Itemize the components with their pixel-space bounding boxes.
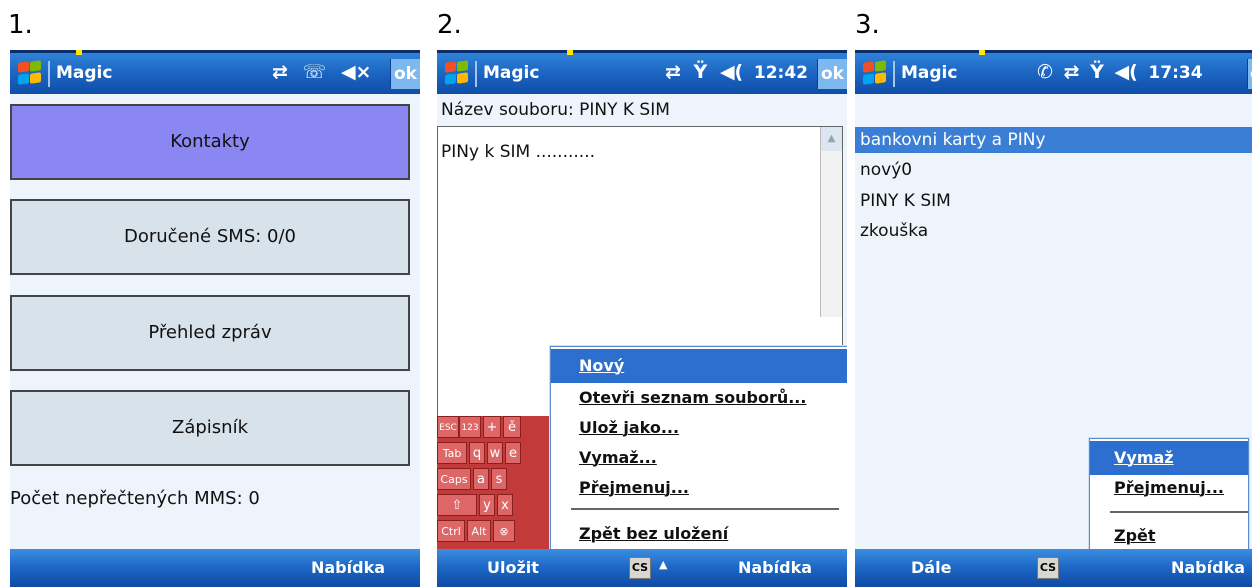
connectivity-icon[interactable]: ⇄ bbox=[1064, 61, 1080, 83]
signal-strength-icon[interactable]: Ÿ bbox=[694, 61, 708, 83]
context-menu: Vymaž Přejmenuj... Zpět bbox=[1089, 438, 1249, 558]
windows-start-icon[interactable] bbox=[16, 60, 42, 86]
filename-label: Název souboru: PINY K SIM bbox=[441, 100, 670, 120]
clock[interactable]: 12:42 bbox=[754, 63, 808, 83]
ok-button[interactable]: ok bbox=[817, 59, 847, 89]
speaker-icon[interactable]: ◀( bbox=[720, 61, 743, 83]
menu-item-delete[interactable]: Vymaž bbox=[1090, 441, 1248, 475]
softkey-menu[interactable]: Nabídka bbox=[311, 558, 385, 577]
screen-main-menu: Magic ⇄ ☏ ◀× ok Kontakty Doručené SMS: 0… bbox=[10, 50, 420, 587]
key-y[interactable]: y bbox=[479, 494, 495, 516]
menu-item-new[interactable]: Nový bbox=[551, 349, 847, 383]
phone-call-icon[interactable]: ✆ bbox=[1037, 61, 1053, 83]
key-caps[interactable]: Caps bbox=[437, 468, 471, 490]
key-alt[interactable]: Alt bbox=[467, 520, 491, 542]
panel-label-3: 3. bbox=[855, 10, 880, 40]
key-123[interactable]: 123 bbox=[459, 416, 481, 438]
app-title: Magic bbox=[483, 63, 540, 83]
input-method-icon[interactable]: CS bbox=[1037, 557, 1059, 579]
windows-start-icon[interactable] bbox=[861, 60, 887, 86]
input-method-icon[interactable]: CS bbox=[629, 557, 651, 579]
file-menu: Nový Otevři seznam souborů... Ulož jako.… bbox=[550, 346, 847, 553]
menu-item-back-without-saving[interactable]: Zpět bez uložení bbox=[551, 517, 847, 551]
key-e[interactable]: e bbox=[505, 442, 521, 464]
received-sms-button[interactable]: Doručené SMS: 0/0 bbox=[10, 199, 410, 275]
soft-keyboard[interactable]: ESC 123 + ě Tab q w e Caps a s ⇧ y x Ctr… bbox=[437, 416, 565, 550]
app-title: Magic bbox=[56, 63, 113, 83]
menu-item-delete[interactable]: Vymaž... bbox=[551, 441, 847, 475]
softkey-bar: Nabídka bbox=[10, 549, 420, 587]
app-title: Magic bbox=[901, 63, 958, 83]
speaker-icon[interactable]: ◀( bbox=[1114, 61, 1137, 83]
menu-separator bbox=[1110, 511, 1248, 513]
file-list-item[interactable]: zkouška bbox=[855, 218, 1252, 244]
panel-label-2: 2. bbox=[437, 10, 462, 40]
key-plus[interactable]: + bbox=[483, 416, 501, 438]
message-overview-button[interactable]: Přehled zpráv bbox=[10, 295, 410, 371]
ok-button[interactable]: ok bbox=[390, 59, 420, 89]
softkey-bar: Uložit CS ▲ Nabídka bbox=[437, 549, 847, 587]
connectivity-icon[interactable]: ⇄ bbox=[665, 61, 681, 83]
menu-item-back[interactable]: Zpět bbox=[1090, 519, 1248, 553]
title-bar: Magic ⇄ ☏ ◀× ok bbox=[10, 50, 420, 94]
speaker-mute-icon[interactable]: ◀× bbox=[341, 61, 372, 83]
softkey-save[interactable]: Uložit bbox=[487, 558, 539, 577]
no-signal-icon[interactable]: ☏ bbox=[303, 61, 327, 83]
menu-item-open-file-list[interactable]: Otevři seznam souborů... bbox=[551, 381, 847, 415]
menu-item-save-as[interactable]: Ulož jako... bbox=[551, 411, 847, 445]
key-esc[interactable]: ESC bbox=[437, 416, 459, 438]
menu-separator bbox=[571, 508, 839, 510]
notebook-button[interactable]: Zápisník bbox=[10, 390, 410, 466]
menu-item-rename[interactable]: Přejmenuj... bbox=[551, 471, 847, 505]
softkey-next[interactable]: Dále bbox=[911, 558, 951, 577]
key-w[interactable]: w bbox=[487, 442, 503, 464]
softkey-bar: Dále CS Nabídka bbox=[855, 549, 1252, 587]
connectivity-icon[interactable]: ⇄ bbox=[272, 61, 288, 83]
key-x[interactable]: x bbox=[497, 494, 513, 516]
softkey-menu[interactable]: Nabídka bbox=[1171, 558, 1245, 577]
vertical-scrollbar[interactable]: ▲ bbox=[820, 127, 842, 317]
clock[interactable]: 17:34 bbox=[1148, 63, 1202, 83]
signal-strength-icon[interactable]: Ÿ bbox=[1090, 61, 1104, 83]
key-special[interactable]: ⊗ bbox=[493, 520, 515, 542]
input-method-caret-icon[interactable]: ▲ bbox=[659, 558, 667, 571]
title-bar: Magic ⇄ Ÿ ◀( 12:42 ok bbox=[437, 50, 847, 94]
key-q[interactable]: q bbox=[469, 442, 485, 464]
screen-file-list: Magic ✆ ⇄ Ÿ ◀( 17:34 ok bankovni karty a… bbox=[855, 50, 1252, 587]
key-ctrl[interactable]: Ctrl bbox=[437, 520, 465, 542]
panel-label-1: 1. bbox=[8, 10, 33, 40]
title-bar: Magic ✆ ⇄ Ÿ ◀( 17:34 ok bbox=[855, 50, 1252, 94]
ok-button[interactable]: ok bbox=[1247, 59, 1252, 89]
softkey-menu[interactable]: Nabídka bbox=[738, 558, 812, 577]
key-s[interactable]: s bbox=[491, 468, 507, 490]
contacts-button[interactable]: Kontakty bbox=[10, 104, 410, 180]
windows-start-icon[interactable] bbox=[443, 60, 469, 86]
scroll-up-icon[interactable]: ▲ bbox=[821, 127, 842, 151]
key-e-caron[interactable]: ě bbox=[503, 416, 521, 438]
file-list-item[interactable]: bankovni karty a PINy bbox=[855, 127, 1252, 153]
key-shift[interactable]: ⇧ bbox=[437, 494, 477, 516]
menu-item-rename[interactable]: Přejmenuj... bbox=[1090, 471, 1248, 505]
file-list-item[interactable]: PINY K SIM bbox=[855, 188, 1252, 214]
key-a[interactable]: a bbox=[473, 468, 489, 490]
file-list-item[interactable]: nový0 bbox=[855, 157, 1252, 183]
key-tab[interactable]: Tab bbox=[437, 442, 467, 464]
unread-mms-count: Počet nepřečtených MMS: 0 bbox=[10, 488, 260, 509]
note-content: PINy k SIM ........... bbox=[441, 142, 596, 162]
screen-editor: Magic ⇄ Ÿ ◀( 12:42 ok Název souboru: PIN… bbox=[437, 50, 847, 587]
